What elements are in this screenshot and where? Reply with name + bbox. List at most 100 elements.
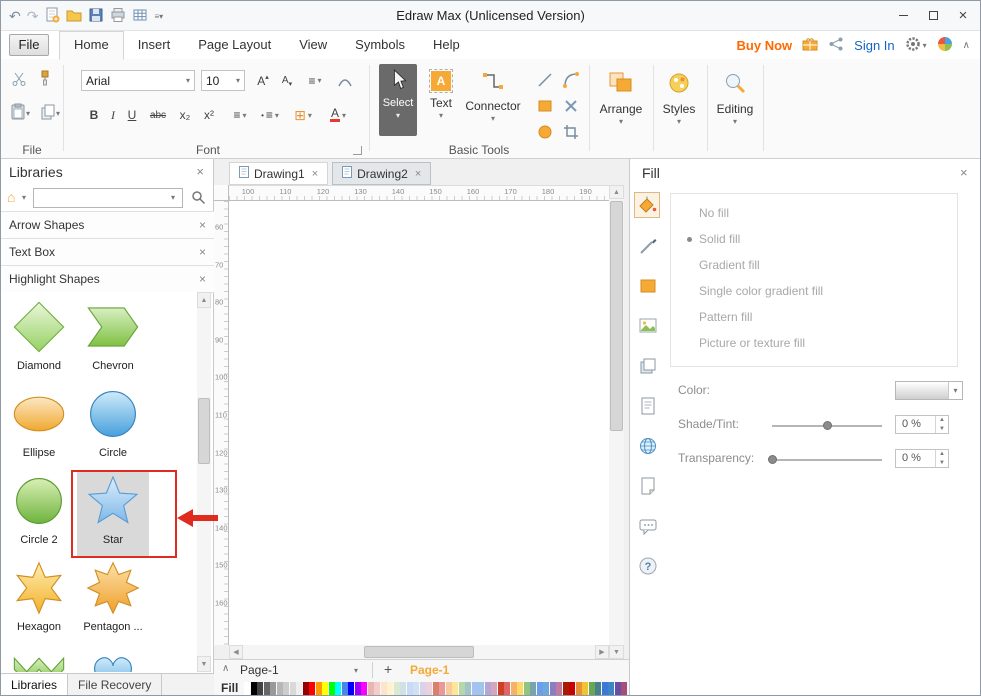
- drawing-canvas[interactable]: [229, 201, 609, 645]
- note-icon[interactable]: [635, 473, 661, 499]
- menu-tab-symbols[interactable]: Symbols: [341, 31, 419, 59]
- palette-swatch[interactable]: [348, 682, 354, 695]
- palette-swatch[interactable]: [446, 682, 452, 695]
- palette-swatch[interactable]: [498, 682, 504, 695]
- panel-tab-libraries[interactable]: Libraries: [1, 674, 68, 696]
- grow-font-button[interactable]: A▴: [252, 70, 274, 91]
- palette-swatch[interactable]: [550, 682, 556, 695]
- palette-swatch[interactable]: [478, 682, 484, 695]
- palette-swatch[interactable]: [368, 682, 374, 695]
- text-tool-button[interactable]: A Text ▾: [423, 64, 459, 136]
- library-section-arrow-shapes[interactable]: Arrow Shapes ×: [1, 212, 214, 239]
- font-family-select[interactable]: Arial▾: [81, 70, 195, 91]
- strikethrough-button[interactable]: abc: [145, 105, 171, 125]
- palette-swatch[interactable]: [615, 682, 621, 695]
- font-color-button[interactable]: A▾: [323, 105, 353, 125]
- palette-swatch[interactable]: [426, 682, 432, 695]
- styles-button[interactable]: Styles ▾: [655, 64, 703, 136]
- bullet-list-button[interactable]: •≡▾: [257, 105, 283, 125]
- cut-icon[interactable]: [11, 71, 27, 90]
- palette-swatch[interactable]: [556, 682, 562, 695]
- copy-icon[interactable]: [39, 103, 57, 124]
- palette-swatch[interactable]: [413, 682, 419, 695]
- editing-button[interactable]: Editing ▾: [709, 64, 761, 136]
- scroll-up-icon[interactable]: ▲: [197, 292, 211, 308]
- palette-swatch[interactable]: [407, 682, 413, 695]
- scroll-down-icon[interactable]: ▼: [197, 656, 211, 672]
- active-page-tab[interactable]: Page-1: [410, 663, 449, 677]
- paste-icon[interactable]: [9, 103, 27, 124]
- close-icon[interactable]: ×: [199, 218, 206, 232]
- image-icon[interactable]: [635, 313, 661, 339]
- pinwheel-icon[interactable]: [937, 36, 953, 55]
- superscript-button[interactable]: x²: [199, 105, 219, 125]
- crop-tool-icon[interactable]: [561, 122, 581, 142]
- collapse-ribbon-icon[interactable]: ∧: [963, 40, 970, 51]
- vscrollbar-thumb[interactable]: [610, 201, 623, 431]
- drawing-tab-drawing1[interactable]: Drawing1 ×: [229, 162, 328, 185]
- scroll-right-icon[interactable]: ▶: [595, 645, 609, 659]
- palette-swatch[interactable]: [563, 682, 569, 695]
- scroll-up-icon[interactable]: ▲: [609, 185, 624, 199]
- line-tool-icon[interactable]: [535, 70, 555, 90]
- palette-swatch[interactable]: [589, 682, 595, 695]
- cross-tool-icon[interactable]: [561, 96, 581, 116]
- library-shape-pentagon[interactable]: Pentagon ...: [77, 557, 149, 643]
- library-shape-hexagon[interactable]: Hexagon: [3, 557, 75, 643]
- palette-swatch[interactable]: [290, 682, 296, 695]
- palette-swatch[interactable]: [264, 682, 270, 695]
- library-shape-circle-2[interactable]: Circle 2: [3, 470, 75, 556]
- palette-swatch[interactable]: [491, 682, 497, 695]
- maximize-button[interactable]: [918, 4, 948, 26]
- palette-swatch[interactable]: [381, 682, 387, 695]
- palette-swatch[interactable]: [582, 682, 588, 695]
- library-shape-heart[interactable]: [77, 644, 149, 672]
- palette-swatch[interactable]: [524, 682, 530, 695]
- palette-swatch[interactable]: [244, 682, 250, 695]
- palette-swatch[interactable]: [296, 682, 302, 695]
- fill-option-pattern-fill[interactable]: Pattern fill: [671, 304, 957, 330]
- shade-slider-thumb[interactable]: [823, 421, 832, 430]
- select-tool-button[interactable]: Select ▾: [379, 64, 417, 136]
- drawing-tab-drawing2[interactable]: Drawing2 ×: [332, 162, 431, 185]
- palette-swatch[interactable]: [433, 682, 439, 695]
- palette-swatch[interactable]: [485, 682, 491, 695]
- palette-swatch[interactable]: [465, 682, 471, 695]
- arc-text-button[interactable]: [333, 70, 357, 91]
- palette-swatch[interactable]: [322, 682, 328, 695]
- transparency-spinner[interactable]: 0 % ▲▼: [895, 449, 949, 468]
- library-shape-circle[interactable]: Circle: [77, 383, 149, 469]
- search-icon[interactable]: [191, 190, 206, 208]
- palette-swatch[interactable]: [277, 682, 283, 695]
- format-painter-icon[interactable]: [37, 70, 53, 89]
- palette-swatch[interactable]: [472, 682, 478, 695]
- library-search-input[interactable]: [33, 188, 183, 208]
- borders-button[interactable]: ⊞▾: [289, 105, 317, 125]
- menu-tab-page-layout[interactable]: Page Layout: [184, 31, 285, 59]
- library-shape-ellipse[interactable]: Ellipse: [3, 383, 75, 469]
- fill-option-gradient-fill[interactable]: Gradient fill: [671, 252, 957, 278]
- minimize-button[interactable]: [888, 4, 918, 26]
- transparency-slider[interactable]: [772, 459, 882, 461]
- buy-now-link[interactable]: Buy Now: [737, 38, 793, 53]
- palette-swatch[interactable]: [537, 682, 543, 695]
- close-icon[interactable]: ×: [312, 168, 318, 180]
- palette-swatch[interactable]: [576, 682, 582, 695]
- palette-swatch[interactable]: [329, 682, 335, 695]
- palette-swatch[interactable]: [621, 682, 627, 695]
- layers-icon[interactable]: [635, 353, 661, 379]
- color-dropdown[interactable]: ▾: [895, 381, 963, 400]
- fill-option-picture-or-texture-fill[interactable]: Picture or texture fill: [671, 330, 957, 356]
- page-list-dropdown-icon[interactable]: ▾: [354, 666, 358, 675]
- palette-swatch[interactable]: [569, 682, 575, 695]
- spin-up-icon[interactable]: ▲: [936, 416, 948, 425]
- palette-swatch[interactable]: [459, 682, 465, 695]
- palette-swatch[interactable]: [511, 682, 517, 695]
- palette-swatch[interactable]: [439, 682, 445, 695]
- palette-swatch[interactable]: [316, 682, 322, 695]
- line-spacing-button[interactable]: ≡▾: [227, 105, 253, 125]
- library-shape-diamond[interactable]: Diamond: [3, 296, 75, 382]
- sign-in-link[interactable]: Sign In: [854, 38, 894, 53]
- shape-style-icon[interactable]: [635, 273, 661, 299]
- font-size-select[interactable]: 10▾: [201, 70, 245, 91]
